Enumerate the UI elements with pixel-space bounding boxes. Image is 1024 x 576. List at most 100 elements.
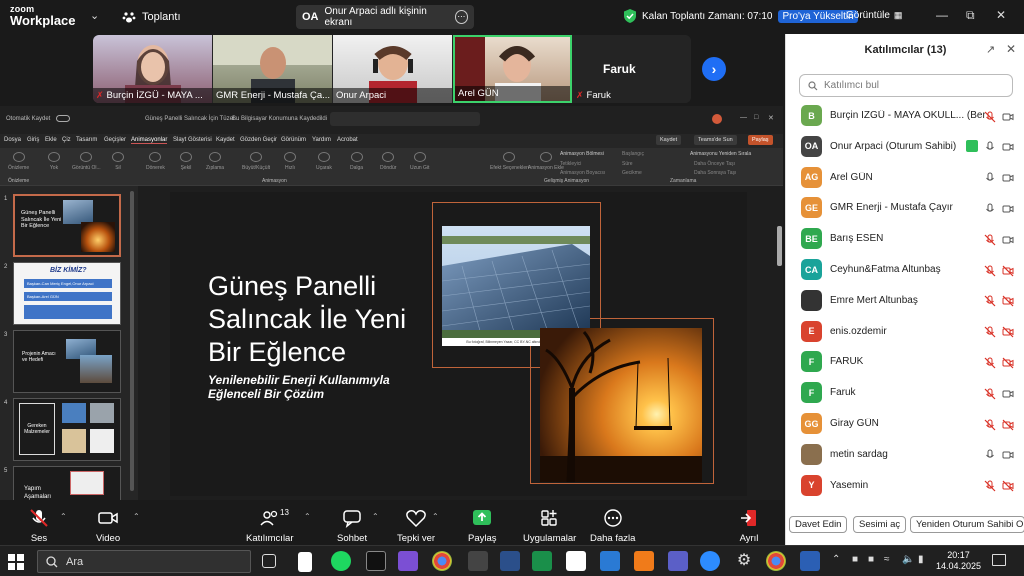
thumbnails-scrollbar[interactable] [130,191,134,491]
zoom-taskbar-icon[interactable] [700,551,720,571]
participant-row[interactable]: OA Onur Arpaci (Oturum Sahibi) [786,131,1024,162]
video-icon[interactable] [1002,140,1014,152]
mic-off-icon[interactable] [984,264,996,276]
app-icon[interactable] [532,551,552,571]
viewing-share-pill[interactable]: OA Onur Arpaci adlı kişinin ekranı ⋯ [296,5,474,29]
effect-option[interactable]: Şekil [180,152,192,171]
ppt-search-box[interactable] [330,112,480,126]
terminal-icon[interactable] [366,551,386,571]
video-icon[interactable] [1002,448,1014,460]
effect-option[interactable]: Hızlı [284,152,296,171]
slide-thumbnail[interactable]: BİZ KİMİZ? Başkan-Can Meriç Engel,Onur A… [13,262,121,325]
app-icon[interactable] [500,551,520,571]
task-view-icon[interactable] [262,554,276,568]
unmute-me-button[interactable]: Sesimi aç [853,516,907,533]
word-icon[interactable] [800,551,820,571]
menu-item[interactable]: Çiz [62,137,71,143]
menu-item[interactable]: Acrobat [337,137,358,143]
preview-button[interactable]: Önizleme [8,152,29,171]
more-button[interactable]: Daha fazla [590,508,635,544]
menu-item[interactable]: Yardım [312,137,331,143]
more-options-icon[interactable]: ⋯ [454,10,468,24]
menu-item[interactable]: Tasarım [76,137,97,143]
participants-options-caret[interactable]: ⌃ [304,512,311,521]
video-tile[interactable]: GMR Enerji - Mustafa Ça... [213,35,332,103]
react-options-caret[interactable]: ⌃ [432,512,439,521]
vscode-icon[interactable] [600,551,620,571]
menu-item[interactable]: Geçişler [104,137,126,143]
close-panel-icon[interactable]: ✕ [1006,42,1016,56]
mic-off-icon[interactable] [984,233,996,246]
settings-gear-icon[interactable]: ⚙ [734,551,754,571]
mic-off-icon[interactable] [984,110,996,122]
mic-icon[interactable] [984,202,996,214]
chrome-icon[interactable] [432,551,452,571]
slide-thumbnail[interactable]: Projenin Amacı ve Hedefi [13,330,121,393]
slide-scrollbar[interactable] [777,226,782,266]
video-icon[interactable] [1002,202,1014,214]
video-off-icon[interactable] [1002,356,1014,369]
mic-off-icon[interactable] [984,479,996,492]
restore-icon[interactable]: ⧉ [966,8,975,23]
participant-row[interactable]: CA Ceyhun&Fatma Altunbaş [786,254,1024,285]
notification-icon[interactable] [992,554,1006,566]
ppt-maximize-icon[interactable]: □ [754,114,758,121]
chevron-down-icon[interactable]: ⌄ [90,9,99,22]
menu-item[interactable]: Görünüm [281,137,306,143]
share-ppt-button[interactable]: Paylaş [748,135,773,145]
tray-icon[interactable]: ■ [868,554,874,565]
effect-option[interactable]: Uçarak [316,152,332,171]
video-icon[interactable] [1002,110,1014,122]
participant-row[interactable]: Y Yasemin [786,470,1024,501]
ppt-close-icon[interactable]: ✕ [768,114,774,122]
menu-item[interactable]: Gözden Geçir [240,137,277,143]
effect-option[interactable]: Dalga [350,152,363,171]
effect-option[interactable]: Görüntü Ol... [72,152,101,171]
effect-option[interactable]: Uzun Git [410,152,429,171]
effect-option[interactable]: Büyüt/Küçült [242,152,270,171]
view-menu-button[interactable]: Görüntüle ▦ [846,10,902,21]
move-later-button[interactable]: Daha Sonraya Taşı [694,170,736,176]
mic-off-icon[interactable] [984,325,996,338]
trigger-button[interactable]: Tetikleyici [560,161,581,167]
mic-icon[interactable] [984,171,996,183]
taskbar-clock[interactable]: 20:17 14.04.2025 [936,550,981,572]
chat-button[interactable]: Sohbet [337,508,367,544]
video-off-icon[interactable] [1002,479,1014,492]
ppt-minimize-icon[interactable]: — [740,114,747,121]
participant-row[interactable]: F FARUK [786,346,1024,377]
participant-row[interactable]: Emre Mert Altunbaş [786,285,1024,316]
slide-thumbnail[interactable]: Güneş Panelli Salıncak İle Yeni Bir Eğle… [13,194,121,257]
invite-button[interactable]: Davet Edin [789,516,848,533]
menu-item[interactable]: Ekle [45,137,57,143]
mic-off-icon[interactable] [984,418,996,430]
mic-icon[interactable] [984,140,996,152]
current-slide[interactable]: Güneş Panelli Salıncak İle Yeni Bir Eğle… [170,192,747,496]
video-options-caret[interactable]: ⌃ [133,512,140,521]
mic-off-icon[interactable] [984,294,996,307]
app-icon[interactable] [634,551,654,571]
next-page-button[interactable]: › [702,57,726,81]
effect-option[interactable]: Zıplama [206,152,224,171]
menu-item-active[interactable]: Animasyonlar [131,137,168,144]
chrome-icon[interactable] [766,551,786,571]
video-tile-active[interactable]: Arel GÜN [453,35,572,103]
menu-item[interactable]: Kaydet [216,137,235,143]
video-icon[interactable] [1002,171,1014,183]
close-window-icon[interactable]: ✕ [996,8,1006,22]
taskbar-search-input[interactable]: Ara [37,550,251,573]
effect-none[interactable]: Yok [48,152,60,171]
tray-icon[interactable]: ■ [852,554,858,565]
mic-off-icon[interactable] [984,356,996,369]
move-earlier-button[interactable]: Daha Önceye Taşı [694,161,735,167]
effect-option[interactable]: Sil [112,152,124,171]
video-off-icon[interactable] [1002,264,1014,276]
slide-thumbnail[interactable]: Yapım Aşamaları [13,466,121,500]
mic-off-icon[interactable] [984,387,996,400]
app-icon[interactable] [566,551,586,571]
spotify-icon[interactable] [331,551,351,571]
participant-row[interactable]: GG Giray GÜN [786,408,1024,439]
participant-row[interactable]: GE GMR Enerji - Mustafa Çayır [786,192,1024,223]
participant-row[interactable]: BE Barış ESEN [786,223,1024,254]
app-icon[interactable] [468,551,488,571]
